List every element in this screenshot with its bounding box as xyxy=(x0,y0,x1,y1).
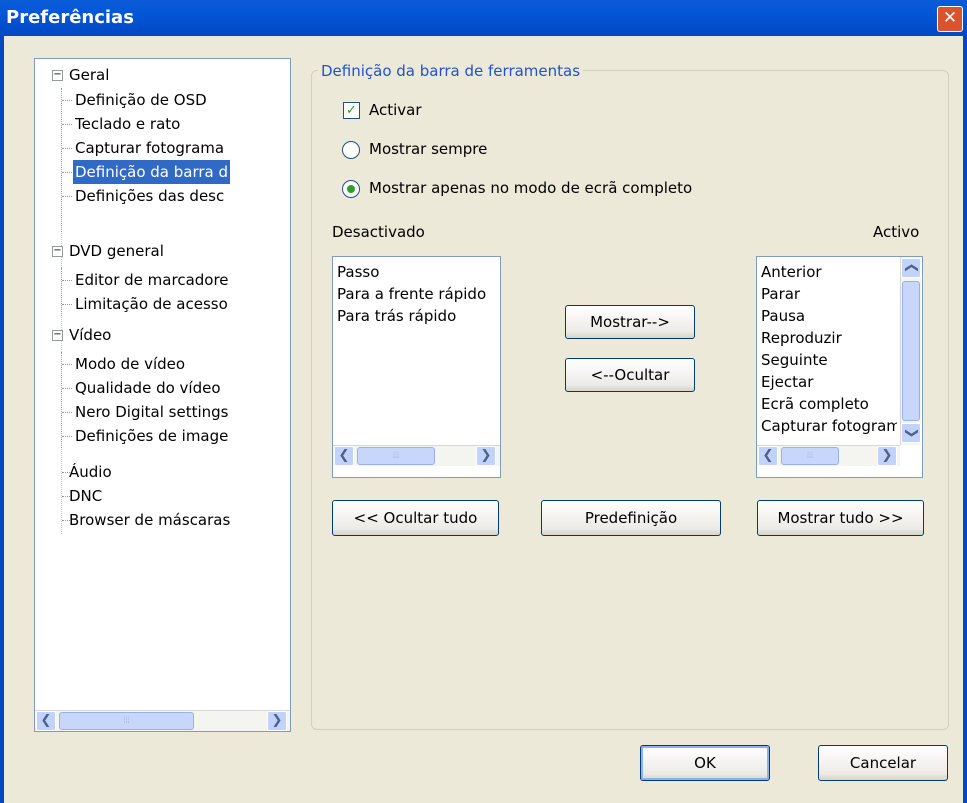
group-title: Definição da barra de ferramentas xyxy=(318,62,584,80)
title-bar: Preferências ✕ xyxy=(0,0,967,36)
list-item[interactable]: Capturar fotograma xyxy=(761,415,897,437)
tree-item-video[interactable]: Vídeo xyxy=(69,323,111,347)
enabled-list-horizontal-scrollbar[interactable]: ❮ ⦙⦙⦙ ❯ xyxy=(757,445,900,466)
show-fullscreen-radio[interactable] xyxy=(342,180,360,198)
tree-connector xyxy=(62,124,72,125)
tree-connector xyxy=(61,88,62,534)
list-item[interactable]: Pausa xyxy=(761,305,805,327)
tree-item-video-quality[interactable]: Qualidade do vídeo xyxy=(75,376,221,400)
scrollbar-thumb[interactable]: ⦙⦙⦙ xyxy=(781,447,839,465)
scrollbar-thumb[interactable] xyxy=(902,281,920,421)
list-item[interactable]: Para a frente rápido xyxy=(337,283,486,305)
list-item[interactable]: Anterior xyxy=(761,261,822,283)
cancel-button[interactable]: Cancelar xyxy=(818,745,948,781)
window-frame-left xyxy=(0,36,4,803)
list-item[interactable]: Reproduzir xyxy=(761,327,842,349)
scroll-right-icon[interactable]: ❯ xyxy=(476,446,496,466)
tree-item-dnc[interactable]: DNC xyxy=(69,484,102,508)
radio-selected-dot xyxy=(347,185,355,193)
enabled-list-vertical-scrollbar[interactable]: ❮ ❯ xyxy=(900,257,921,445)
scroll-down-icon[interactable]: ❯ xyxy=(901,423,921,443)
tree-connector xyxy=(62,196,72,197)
tree-item-capture-frame[interactable]: Capturar fotograma xyxy=(75,136,224,160)
enabled-items-list[interactable]: Anterior Parar Pausa Reproduzir Seguinte… xyxy=(756,256,923,478)
tree-item-description-settings[interactable]: Definições das desc xyxy=(75,184,224,208)
default-button[interactable]: Predefinição xyxy=(541,500,721,536)
tree-item-nero-digital[interactable]: Nero Digital settings xyxy=(75,400,228,424)
ok-button[interactable]: OK xyxy=(640,745,770,781)
tree-connector xyxy=(62,436,72,437)
activate-checkbox[interactable]: ✓ xyxy=(343,102,360,119)
scroll-left-icon[interactable]: ❮ xyxy=(334,446,354,466)
list-item[interactable]: Passo xyxy=(337,261,379,283)
list-item[interactable]: Ejectar xyxy=(761,371,813,393)
scrollbar-thumb[interactable]: ⦙⦙⦙ xyxy=(357,447,435,465)
show-button[interactable]: Mostrar--> xyxy=(565,305,695,339)
tree-horizontal-scrollbar[interactable]: ❮ ⦙⦙⦙ ❯ xyxy=(35,710,290,731)
collapse-icon[interactable]: − xyxy=(52,330,63,341)
disabled-items-list[interactable]: Passo Para a frente rápido Para trás ráp… xyxy=(332,256,501,478)
category-tree[interactable]: − Geral Definição de OSD Teclado e rato … xyxy=(34,58,291,732)
list-item[interactable]: Seguinte xyxy=(761,349,828,371)
hide-all-button[interactable]: << Ocultar tudo xyxy=(332,500,499,536)
tree-item-toolbar-settings[interactable]: Definição da barra d xyxy=(73,160,231,184)
tree-item-dvd-general[interactable]: DVD general xyxy=(69,239,164,263)
scroll-right-icon[interactable]: ❯ xyxy=(877,446,897,466)
close-button[interactable]: ✕ xyxy=(937,6,963,32)
collapse-icon[interactable]: − xyxy=(52,70,63,81)
show-always-radio[interactable] xyxy=(342,141,360,159)
tree-item-geral[interactable]: Geral xyxy=(69,63,109,87)
list-item[interactable]: Parar xyxy=(761,283,800,305)
tree-item-video-mode[interactable]: Modo de vídeo xyxy=(75,352,185,376)
tree-item-access-limit[interactable]: Limitação de acesso xyxy=(75,292,228,316)
scroll-left-icon[interactable]: ❮ xyxy=(36,711,56,731)
tree-connector xyxy=(62,172,72,173)
disabled-list-horizontal-scrollbar[interactable]: ❮ ⦙⦙⦙ ❯ xyxy=(333,445,500,466)
tree-connector xyxy=(62,304,72,305)
tree-connector xyxy=(62,364,72,365)
tree-item-osd[interactable]: Definição de OSD xyxy=(75,88,207,112)
tree-connector xyxy=(62,388,72,389)
scroll-right-icon[interactable]: ❯ xyxy=(267,711,287,731)
tree-connector xyxy=(62,100,72,101)
window-frame-right xyxy=(963,36,967,803)
tree-connector xyxy=(62,280,72,281)
window-title: Preferências xyxy=(6,7,134,28)
tree-item-audio[interactable]: Áudio xyxy=(69,460,112,484)
scroll-up-icon[interactable]: ❮ xyxy=(901,258,921,278)
enabled-list-header: Activo xyxy=(873,223,920,241)
tree-connector xyxy=(62,412,72,413)
tree-item-bookmark-editor[interactable]: Editor de marcadore xyxy=(75,268,229,292)
scrollbar-thumb[interactable]: ⦙⦙⦙ xyxy=(59,712,194,730)
hide-button[interactable]: <--Ocultar xyxy=(565,358,695,392)
tree-item-skin-browser[interactable]: Browser de máscaras xyxy=(69,508,230,532)
scroll-left-icon[interactable]: ❮ xyxy=(758,446,778,466)
activate-label: Activar xyxy=(369,101,422,119)
disabled-list-header: Desactivado xyxy=(332,223,425,241)
show-always-label: Mostrar sempre xyxy=(369,140,488,158)
show-all-button[interactable]: Mostrar tudo >> xyxy=(757,500,924,536)
list-item[interactable]: Para trás rápido xyxy=(337,305,456,327)
tree-item-image-settings[interactable]: Definições de image xyxy=(75,424,228,448)
tree-item-keyboard-mouse[interactable]: Teclado e rato xyxy=(75,112,180,136)
tree-connector xyxy=(62,148,72,149)
show-fullscreen-label: Mostrar apenas no modo de ecrã completo xyxy=(369,179,693,197)
list-item[interactable]: Ecrã completo xyxy=(761,393,869,415)
collapse-icon[interactable]: − xyxy=(52,246,63,257)
